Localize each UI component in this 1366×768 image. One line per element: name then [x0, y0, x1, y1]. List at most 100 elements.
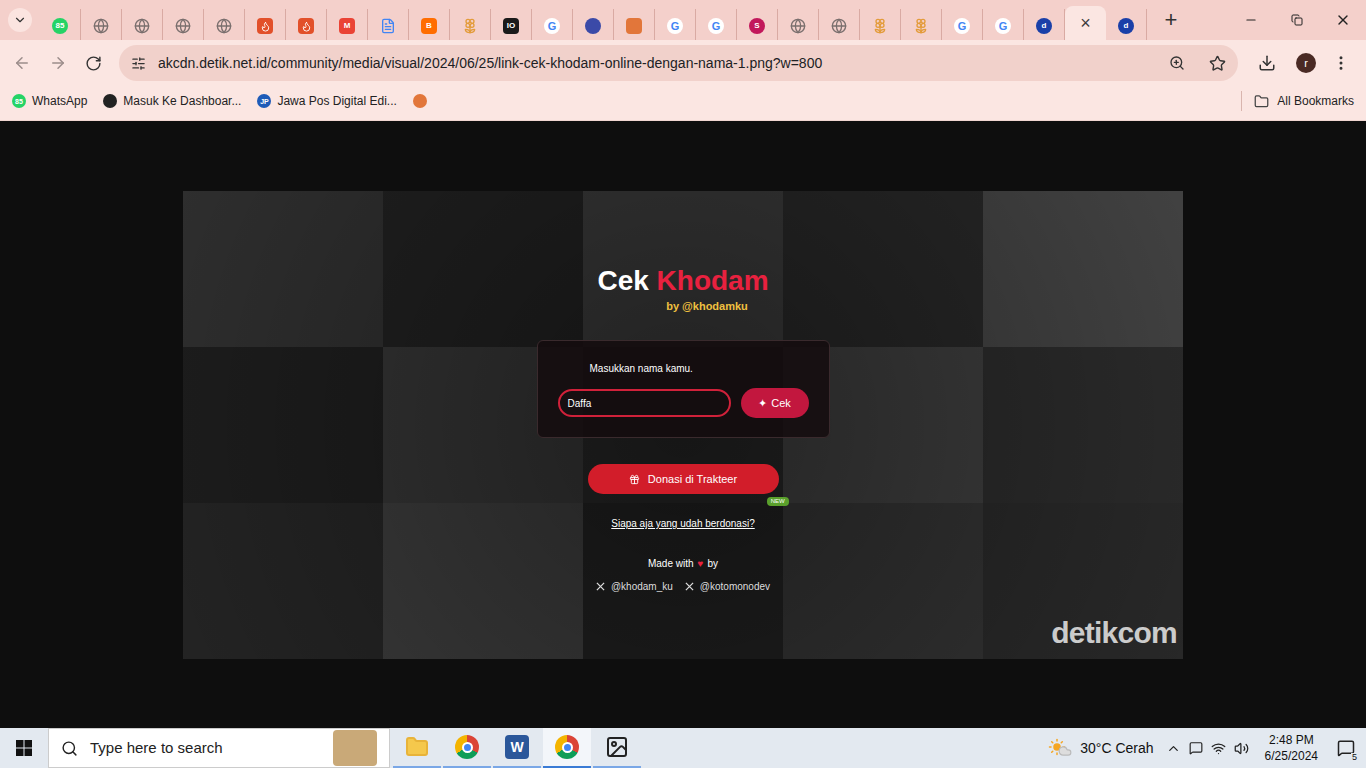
taskbar-search[interactable]: Type here to search [48, 728, 390, 768]
notification-count: 5 [1351, 753, 1358, 762]
browser-tab[interactable]: G [983, 9, 1024, 43]
browser-tab[interactable]: M [327, 9, 368, 43]
flower-icon [462, 18, 478, 34]
taskbar-app[interactable] [393, 728, 441, 768]
taskbar: Type here to search W 30°C Cerah 2:48 PM6/2… [0, 728, 1366, 768]
tray-up-icon[interactable] [1166, 741, 1181, 756]
globe-icon [790, 18, 806, 34]
browser-tab[interactable] [450, 9, 491, 43]
close-window-button[interactable] [1320, 0, 1366, 40]
displayed-image: Cek Khodamby @khodamkuMasukkan nama kamu… [183, 191, 1183, 659]
taskbar-app[interactable] [543, 728, 591, 768]
browser-tab[interactable] [286, 9, 327, 43]
all-bookmarks[interactable]: All Bookmarks [1241, 91, 1354, 111]
volume-icon[interactable] [1234, 741, 1249, 756]
google-icon: G [954, 18, 970, 34]
browser-tab[interactable]: G [655, 9, 696, 43]
zoom-icon[interactable] [1169, 55, 1185, 71]
close-tab-icon[interactable]: × [1080, 14, 1091, 32]
address-bar[interactable]: akcdn.detik.net.id/community/media/visua… [119, 45, 1238, 81]
browser-tab[interactable] [778, 9, 819, 43]
site-icon: 85 [52, 18, 68, 34]
bookmark-star-icon[interactable] [1209, 55, 1226, 72]
clock[interactable]: 2:48 PM6/25/2024 [1257, 732, 1326, 764]
watermark: detikcom [1051, 610, 1177, 655]
url-text[interactable]: akcdn.detik.net.id/community/media/visua… [158, 53, 1157, 74]
bookmark[interactable]: JPJawa Pos Digital Edi... [257, 91, 396, 111]
close-icon [1335, 12, 1351, 28]
browser-tab[interactable] [81, 9, 122, 43]
new-tab-button[interactable]: + [1155, 4, 1187, 36]
site-icon: d [1118, 18, 1134, 34]
browser-tab[interactable] [819, 9, 860, 43]
browser-tab[interactable] [368, 9, 409, 43]
start-button[interactable] [0, 728, 48, 768]
taskbar-app[interactable] [443, 728, 491, 768]
prompt-label: Masukkan nama kamu. [590, 361, 809, 376]
browser-tab[interactable]: × [1065, 6, 1106, 40]
browser-tab[interactable]: B [409, 9, 450, 43]
browser-tab[interactable] [163, 9, 204, 43]
flower-icon [913, 18, 929, 34]
site-icon [626, 18, 642, 34]
site-info-icon[interactable] [131, 56, 146, 71]
x-logo-icon [596, 582, 605, 591]
donors-link[interactable]: Siapa aja yang udah berdonasi? [611, 518, 754, 529]
download-icon[interactable] [1258, 54, 1276, 72]
word-icon: W [505, 735, 529, 759]
browser-tab[interactable] [860, 9, 901, 43]
browser-tab[interactable] [204, 9, 245, 43]
menu-icon[interactable] [1332, 54, 1350, 72]
browser-tab[interactable]: S [737, 9, 778, 43]
tray-app-icon[interactable] [1189, 741, 1203, 755]
minimize-button[interactable] [1228, 0, 1274, 40]
reload-icon[interactable] [85, 55, 102, 72]
social-handle[interactable]: @khodam_ku [596, 579, 673, 594]
browser-tab[interactable] [573, 9, 614, 43]
browser-tab[interactable] [245, 9, 286, 43]
docs-icon [380, 18, 396, 34]
taskbar-app[interactable] [593, 728, 641, 768]
chrome-icon [555, 735, 579, 759]
browser-tab[interactable]: d [1106, 9, 1147, 43]
browser-tab[interactable] [122, 9, 163, 43]
notifications-button[interactable]: 5 [1326, 728, 1366, 768]
bookmark[interactable]: 85WhatsApp [12, 91, 87, 111]
new-badge: NEW [767, 497, 789, 506]
social-handle[interactable]: @kotomonodev [685, 579, 770, 594]
profile-avatar[interactable]: r [1296, 53, 1316, 73]
flame-icon [298, 18, 314, 34]
browser-tab[interactable]: 85 [40, 9, 81, 43]
bookmark[interactable]: Masuk Ke Dashboar... [103, 91, 241, 111]
forward-icon[interactable] [49, 54, 67, 72]
browser-tab[interactable]: G [532, 9, 573, 43]
bookmarks-bar: 85WhatsApp Masuk Ke Dashboar... JPJawa Pos… [0, 86, 1366, 121]
browser-tab[interactable]: G [696, 9, 737, 43]
tab-strip: 85MBIOGGGSGGd×d+ [0, 0, 1366, 40]
back-icon[interactable] [13, 54, 31, 72]
weather[interactable]: 30°C Cerah [1048, 738, 1153, 759]
site-icon [585, 18, 601, 34]
browser-tab[interactable]: d [1024, 9, 1065, 43]
search-highlight-picture [333, 730, 377, 766]
restore-button[interactable] [1274, 0, 1320, 40]
cloud-icon [1058, 744, 1072, 758]
check-button[interactable]: ✦Cek [741, 388, 809, 418]
x-logo-icon [685, 582, 694, 591]
browser-tab[interactable] [901, 9, 942, 43]
google-icon: G [708, 18, 724, 34]
name-card: Masukkan nama kamu. Daffa ✦Cek [537, 340, 830, 438]
bookmark-icon [103, 94, 117, 108]
tab-search-button[interactable] [8, 8, 32, 32]
bookmark-icon: JP [257, 94, 271, 108]
donate-button[interactable]: Donasi di Trakteer [588, 464, 779, 494]
browser-tab[interactable]: G [942, 9, 983, 43]
folder-icon [405, 735, 429, 759]
taskbar-app[interactable]: W [493, 728, 541, 768]
network-icon[interactable] [1211, 741, 1226, 756]
site-icon: M [339, 18, 355, 34]
browser-tab[interactable] [614, 9, 655, 43]
bookmark[interactable] [413, 91, 427, 111]
browser-tab[interactable]: IO [491, 9, 532, 43]
name-input[interactable]: Daffa [558, 389, 731, 417]
